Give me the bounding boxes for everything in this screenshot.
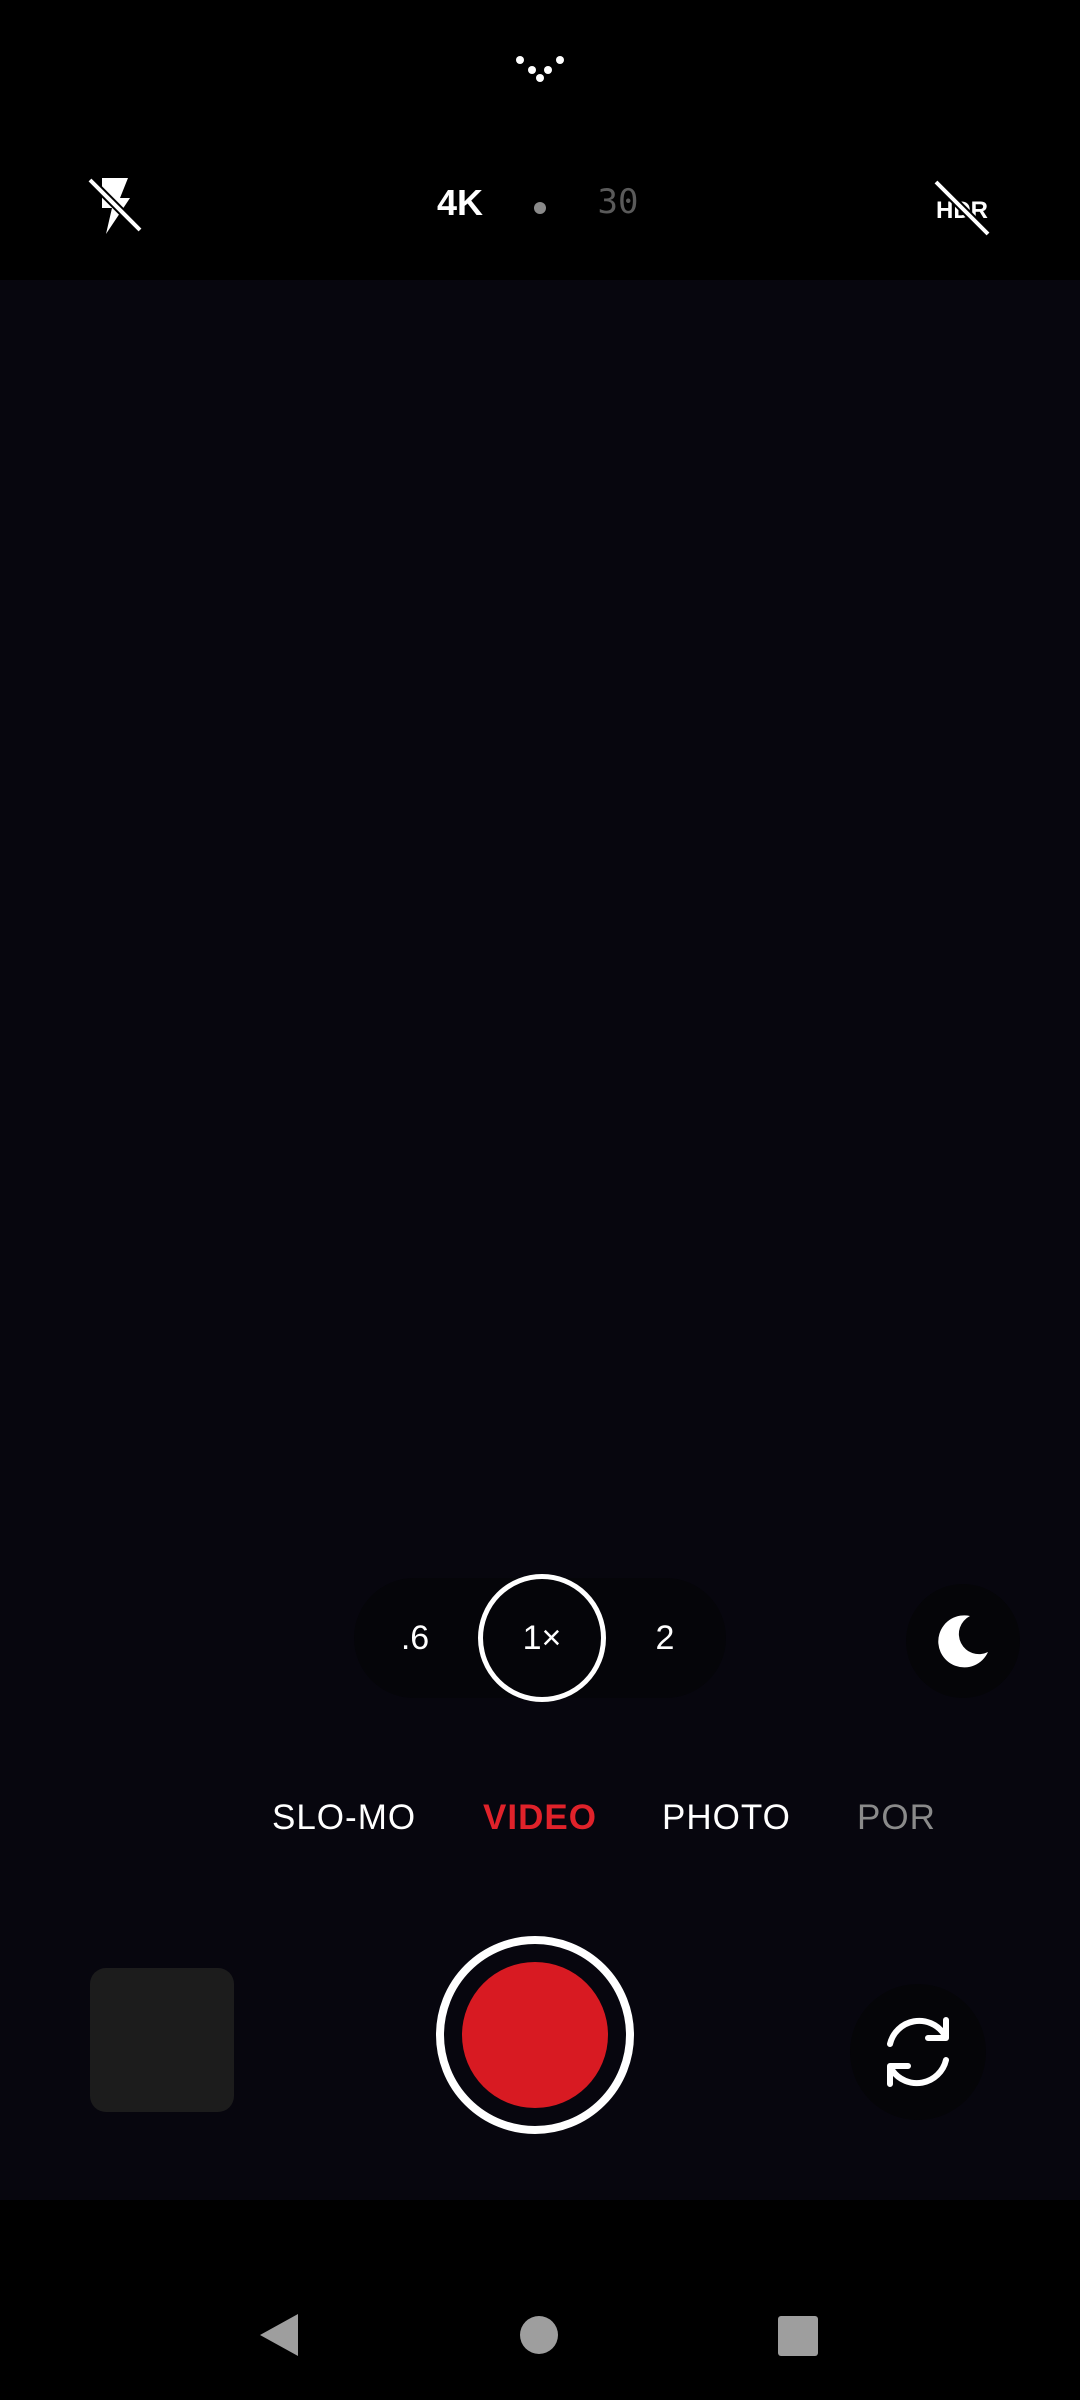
- system-nav-bar: [0, 2200, 1080, 2400]
- zoom-option-2[interactable]: 2: [625, 1598, 705, 1678]
- record-button[interactable]: [436, 1936, 634, 2134]
- mode-photo[interactable]: PHOTO: [662, 1798, 791, 1838]
- more-dots-icon[interactable]: [510, 48, 570, 88]
- night-mode-icon: [938, 1615, 988, 1668]
- camera-viewfinder[interactable]: [0, 280, 1080, 2200]
- nav-recents-icon[interactable]: [778, 2316, 818, 2356]
- hdr-off-icon[interactable]: HDR: [922, 172, 1002, 242]
- gallery-thumbnail[interactable]: [90, 1968, 234, 2112]
- zoom-option-0-6[interactable]: .6: [375, 1598, 455, 1678]
- record-icon: [462, 1962, 608, 2108]
- mode-slomo[interactable]: SLO-MO: [272, 1798, 416, 1838]
- night-mode-button[interactable]: [906, 1584, 1020, 1698]
- switch-camera-button[interactable]: [850, 1984, 986, 2120]
- mode-portrait[interactable]: POR: [857, 1798, 936, 1838]
- flash-off-icon[interactable]: [80, 170, 150, 240]
- nav-home-icon[interactable]: [520, 2316, 558, 2354]
- zoom-option-1x-selected[interactable]: 1×: [478, 1574, 606, 1702]
- nav-back-icon[interactable]: [254, 2310, 304, 2360]
- top-bar: [0, 0, 1080, 280]
- switch-camera-icon: [887, 2017, 949, 2087]
- fps-toggle[interactable]: 30: [578, 182, 658, 222]
- resolution-toggle[interactable]: 4K: [420, 182, 500, 224]
- mode-video[interactable]: VIDEO: [483, 1798, 597, 1838]
- separator-dot: [534, 202, 546, 214]
